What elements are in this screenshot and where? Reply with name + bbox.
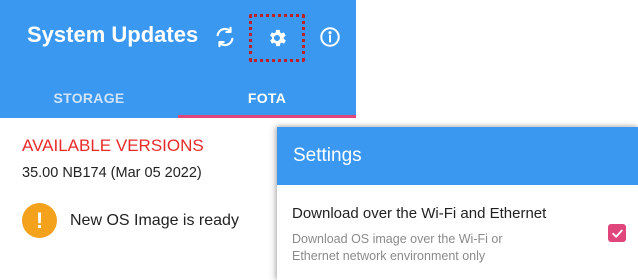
- warning-icon: !: [22, 203, 57, 238]
- version-text: 35.00 NB174 (Mar 05 2022): [22, 165, 202, 181]
- wifi-ethernet-option-title[interactable]: Download over the Wi-Fi and Ethernet: [292, 205, 546, 222]
- wifi-ethernet-checkbox[interactable]: [608, 224, 626, 242]
- gear-icon: [270, 29, 286, 47]
- tab-bar: STORAGE FOTA: [0, 78, 356, 118]
- checkmark-icon: [611, 229, 623, 238]
- info-icon: [320, 27, 340, 47]
- refresh-button[interactable]: [208, 20, 242, 54]
- tab-storage[interactable]: STORAGE: [0, 78, 178, 118]
- wifi-ethernet-option-description: Download OS image over the Wi-Fi or Ethe…: [292, 232, 503, 263]
- settings-dialog: Settings Download over the Wi-Fi and Eth…: [277, 127, 638, 280]
- app-bar: System Updates STORAGE FOTA: [0, 0, 356, 118]
- tab-fota[interactable]: FOTA: [178, 78, 356, 118]
- settings-button[interactable]: [249, 14, 305, 62]
- status-text: New OS Image is ready: [70, 212, 239, 229]
- dialog-title: Settings: [293, 145, 362, 166]
- app-title: System Updates: [27, 22, 199, 47]
- dialog-header: Settings: [277, 127, 638, 185]
- refresh-icon: [216, 26, 234, 48]
- info-button[interactable]: [313, 20, 347, 54]
- available-versions-heading: AVAILABLE VERSIONS: [22, 136, 204, 155]
